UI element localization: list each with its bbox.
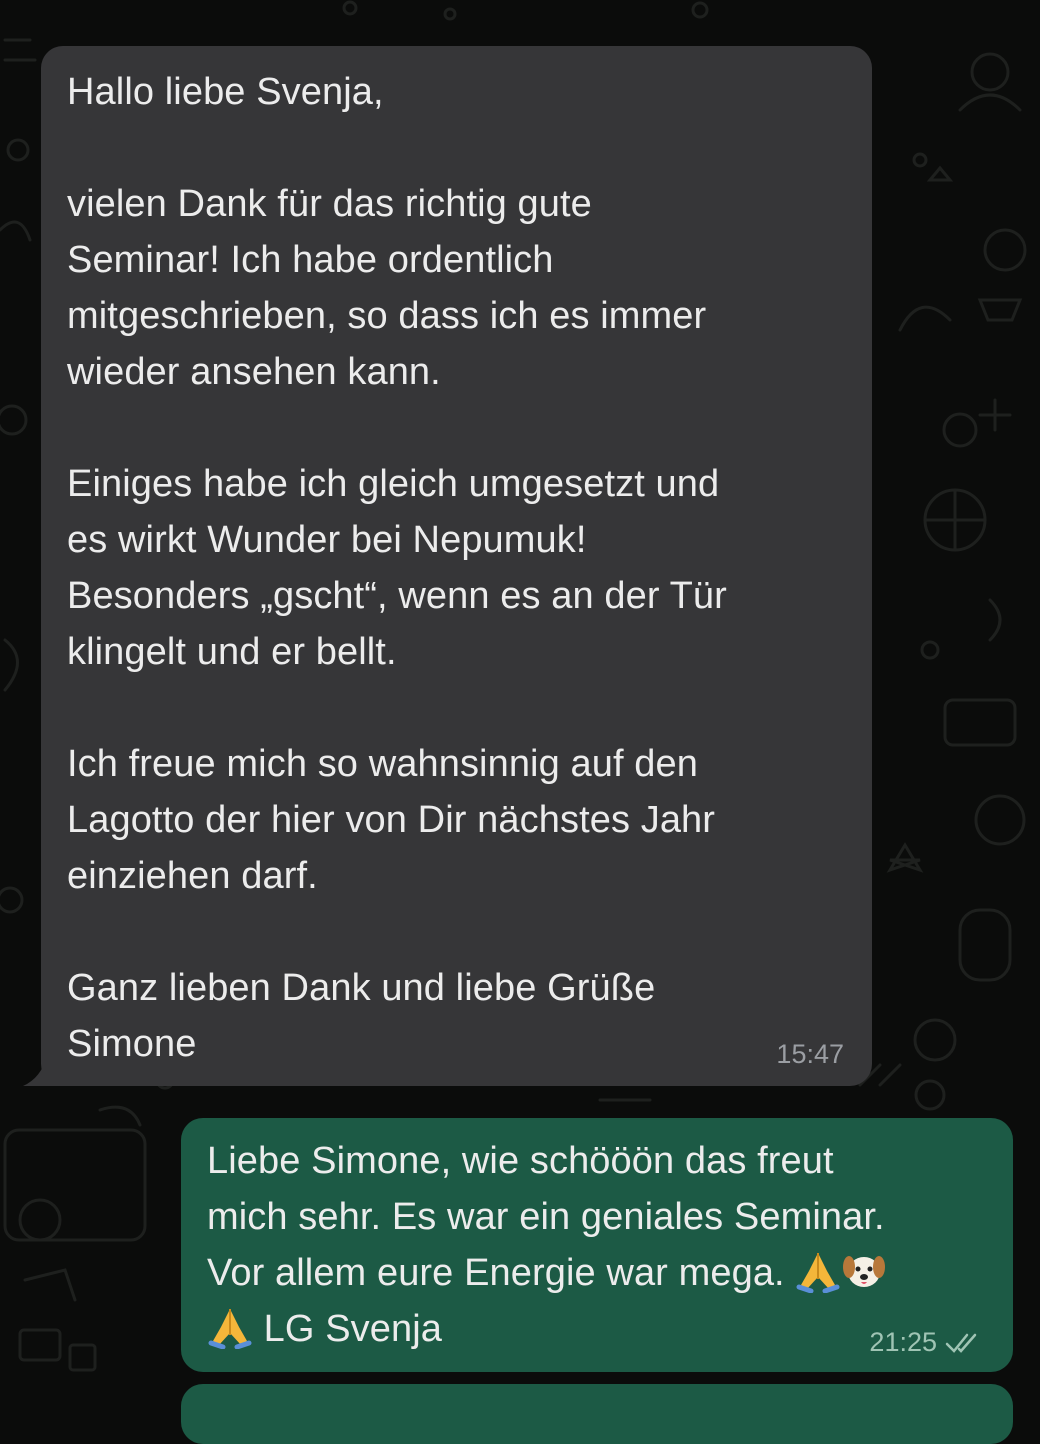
- outgoing-meta: 21:25: [869, 1327, 987, 1358]
- dog-face-icon: [843, 1256, 886, 1287]
- outgoing-message-bubble[interactable]: Liebe Simone, wie schööön das freut mich…: [181, 1118, 1013, 1372]
- outgoing-line-2: mich sehr. Es war ein geniales Seminar.: [207, 1196, 885, 1238]
- folded-hands-icon: [796, 1253, 840, 1293]
- double-check-icon: [945, 1333, 977, 1353]
- incoming-message-text: Hallo liebe Svenja, vielen Dank für das …: [67, 64, 857, 1072]
- paragraph-signoff: Ganz lieben Dank und liebe Grüße Simone: [67, 967, 656, 1065]
- outgoing-timestamp: 21:25: [869, 1327, 937, 1357]
- outgoing-line-1: Liebe Simone, wie schööön das freut: [207, 1140, 834, 1182]
- bubble-tail: [23, 1056, 63, 1086]
- outgoing-signoff: LG Svenja: [263, 1308, 443, 1350]
- paragraph-greeting: Hallo liebe Svenja,: [67, 71, 384, 113]
- incoming-message-bubble[interactable]: Hallo liebe Svenja, vielen Dank für das …: [23, 46, 872, 1086]
- paragraph-results: Einiges habe ich gleich umgesetzt und es…: [67, 463, 727, 673]
- paragraph-lagotto: Ich freue mich so wahnsinnig auf den Lag…: [67, 743, 716, 897]
- incoming-timestamp: 15:47: [776, 1039, 844, 1069]
- folded-hands-icon: [208, 1309, 252, 1349]
- next-outgoing-bubble[interactable]: [181, 1384, 1013, 1444]
- outgoing-line-3: Vor allem eure Energie war mega.: [207, 1252, 785, 1294]
- paragraph-thanks: vielen Dank für das richtig gute Seminar…: [67, 183, 707, 393]
- outgoing-message-text: Liebe Simone, wie schööön das freut mich…: [207, 1133, 997, 1357]
